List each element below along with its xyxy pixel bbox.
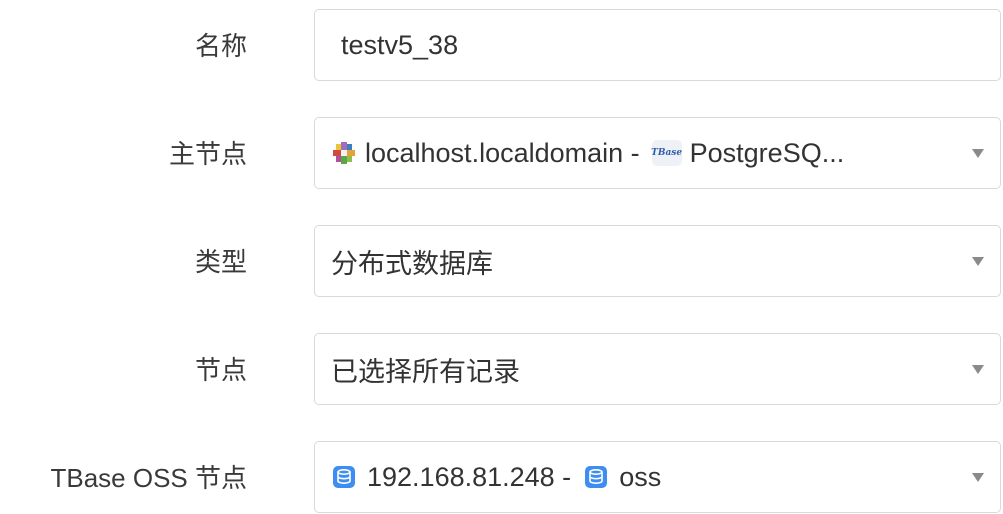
primary-node-host: localhost.localdomain - bbox=[365, 137, 640, 168]
oss-node-label: TBase OSS 节点 bbox=[50, 463, 248, 493]
name-input[interactable]: testv5_38 bbox=[314, 9, 1001, 81]
nodes-select[interactable]: 已选择所有记录 bbox=[314, 333, 1001, 405]
name-label: 名称 bbox=[194, 31, 247, 61]
pinwheel-host-icon bbox=[331, 140, 357, 166]
type-value: 分布式数据库 bbox=[331, 248, 493, 279]
nodes-label: 节点 bbox=[194, 355, 247, 385]
chevron-down-icon bbox=[972, 257, 984, 266]
tbase-logo-icon: TBase bbox=[651, 140, 682, 166]
oss-node-ip: 192.168.81.248 - bbox=[367, 461, 572, 492]
chevron-down-icon bbox=[972, 365, 984, 374]
chevron-down-icon bbox=[972, 149, 984, 158]
primary-node-product: PostgreSQ... bbox=[689, 137, 845, 168]
oss-node-row: TBase OSS 节点 192.168.81.248 - oss bbox=[0, 441, 1003, 514]
chevron-down-icon bbox=[972, 473, 984, 482]
primary-node-row: 主节点 localhost.localdomain - TBase Postgr… bbox=[0, 117, 1003, 191]
primary-node-label: 主节点 bbox=[168, 139, 247, 169]
nodes-row: 节点 已选择所有记录 bbox=[0, 333, 1003, 407]
database-icon bbox=[331, 464, 357, 490]
nodes-value: 已选择所有记录 bbox=[331, 356, 520, 387]
database-icon bbox=[583, 464, 609, 490]
oss-node-service: oss bbox=[619, 461, 662, 492]
type-select[interactable]: 分布式数据库 bbox=[314, 225, 1001, 297]
name-row: 名称 testv5_38 bbox=[0, 9, 1003, 83]
type-row: 类型 分布式数据库 bbox=[0, 225, 1003, 299]
primary-node-select[interactable]: localhost.localdomain - TBase PostgreSQ.… bbox=[314, 117, 1001, 189]
oss-node-select[interactable]: 192.168.81.248 - oss bbox=[314, 441, 1001, 513]
name-input-value: testv5_38 bbox=[341, 29, 459, 60]
type-label: 类型 bbox=[194, 247, 247, 277]
